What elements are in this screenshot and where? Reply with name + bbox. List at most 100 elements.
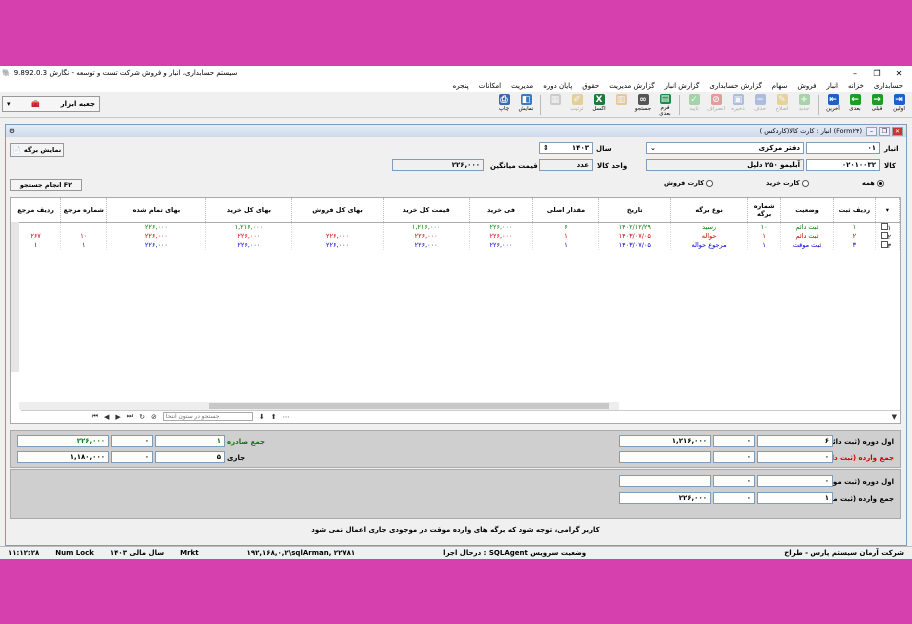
radio-all[interactable]: همه bbox=[862, 179, 884, 187]
menu-item[interactable]: گزارش مدیریت bbox=[604, 82, 659, 90]
menu-item[interactable]: انبار bbox=[821, 82, 843, 90]
menu-item[interactable]: خزانه bbox=[843, 82, 869, 90]
menu-item[interactable]: فروش bbox=[792, 82, 821, 90]
toolbar-button-label: اصلاح bbox=[775, 106, 789, 112]
column-header[interactable]: ردیف مرجع bbox=[11, 198, 62, 223]
pen-button[interactable]: ✐ ترتیب bbox=[566, 93, 588, 117]
table-row[interactable]: ۱ ۱ ثبت دائم ۱۰ رسید ۱۴۰۲/۱۲/۲۹ ۶ ۲۲۶,۰۰۰ ۱,۲۱۶,… bbox=[11, 222, 900, 232]
excel-button[interactable]: X اکسل bbox=[588, 93, 610, 117]
column-header[interactable]: شماره برگه bbox=[747, 198, 782, 223]
title-bar: 🐘 سیستم حسابداری، انبار و فروش شرکت تست … bbox=[0, 66, 912, 80]
settings-icon[interactable]: ▼ bbox=[892, 413, 897, 421]
arrow-up-icon[interactable]: ⬆ bbox=[271, 413, 277, 421]
cell-total-buy-price: ۲۲۶,۰۰۰ bbox=[383, 231, 470, 241]
cancel-button[interactable]: ⊘ انصراف bbox=[705, 93, 727, 117]
radio-buy-label: کارت خرید bbox=[766, 179, 800, 187]
menu-item[interactable]: امکانات bbox=[474, 82, 506, 90]
column-header[interactable]: نوع برگه bbox=[670, 198, 749, 223]
column-header[interactable]: بهای کل فروش bbox=[291, 198, 384, 223]
status-bar: ۱۱:۱۲:۲۸ Num Lock سال مالی ۱۴۰۳ Mrkt ۱۹۲… bbox=[0, 546, 912, 559]
grid-search-input[interactable] bbox=[162, 412, 253, 421]
row-checkbox[interactable] bbox=[880, 222, 888, 230]
print-button[interactable]: ⎙ چاپ bbox=[493, 93, 515, 117]
menu-item[interactable]: حقوق bbox=[577, 82, 604, 90]
status-service: درحال اجرا : SQLAgent وضعیت سرویس bbox=[443, 549, 587, 557]
options-icon[interactable]: ⋯ bbox=[283, 413, 290, 421]
radio-buy-card[interactable]: کارت خرید bbox=[766, 179, 809, 187]
menu-item[interactable]: حسابداری bbox=[869, 82, 908, 90]
last-button[interactable]: ⇤ آخرین bbox=[822, 93, 844, 117]
current-qty: ۵ bbox=[155, 451, 225, 463]
filter-icon[interactable]: ⊘ bbox=[151, 413, 157, 421]
close-button[interactable]: ✕ bbox=[888, 69, 910, 78]
toolbox-dropdown[interactable]: ▾ 🧰 جعبه ابزار bbox=[2, 96, 100, 112]
row-checkbox-cell[interactable]: ۲ bbox=[875, 231, 900, 241]
nav-prev-icon[interactable]: ◀ bbox=[104, 413, 109, 421]
column-header[interactable]: وضعیت bbox=[780, 198, 834, 223]
toolbar-button-label: انصراف bbox=[706, 106, 726, 112]
tool-button[interactable]: ▦ bbox=[544, 93, 566, 117]
year-field[interactable]: ⇕ ۱۴۰۳ bbox=[539, 142, 593, 154]
warehouse-code-field[interactable]: ۰۱ bbox=[806, 142, 880, 154]
cell-status: ثبت دائم bbox=[780, 222, 834, 232]
show-document-button[interactable]: 📄 نمایش برگه bbox=[10, 143, 64, 157]
cell-unit-price: ۲۲۶,۰۰۰ bbox=[469, 240, 534, 250]
vertical-scrollbar[interactable] bbox=[11, 212, 19, 372]
column-header[interactable]: بهای کل خرید bbox=[205, 198, 293, 223]
column-header[interactable]: فی خرید bbox=[469, 198, 534, 223]
maximize-button[interactable]: ❐ bbox=[866, 69, 888, 78]
spinner-icon[interactable]: ⇕ bbox=[543, 144, 549, 152]
scroll-thumb[interactable] bbox=[209, 403, 609, 409]
table-row[interactable]: ۳ ۳ ثبت موقت ۱ مرجوع حواله ۱۴۰۳/۰۷/۰۵ ۱ ۲۲۶,۰۰۰… bbox=[11, 240, 900, 250]
out-label: جمع صادره bbox=[227, 438, 266, 446]
row-checkbox-cell[interactable]: ۱ bbox=[875, 222, 900, 232]
warehouse-name-field[interactable]: دفتر مرکزی ⌄ bbox=[646, 142, 804, 154]
inner-restore-button[interactable]: ❐ bbox=[879, 126, 890, 136]
grid-icon: ▦ bbox=[549, 94, 561, 105]
form-button[interactable]: ▤ فرم بعدی bbox=[654, 93, 676, 117]
first-button[interactable]: ⇥ اولین bbox=[888, 93, 910, 117]
warehouse-label: انبار bbox=[884, 145, 899, 153]
nav-first-icon[interactable]: ⏮ bbox=[92, 412, 98, 421]
menu-item[interactable]: گزارش انبار bbox=[660, 82, 705, 90]
inner-minimize-button[interactable]: – bbox=[866, 126, 877, 136]
nav-next-icon[interactable]: ▶ bbox=[115, 413, 120, 421]
menu-item[interactable]: سهام bbox=[767, 82, 793, 90]
row-checkbox-cell[interactable]: ۳ bbox=[875, 240, 900, 250]
delete-button[interactable]: − حذف bbox=[749, 93, 771, 117]
row-checkbox[interactable] bbox=[880, 231, 888, 239]
inner-close-button[interactable]: ✕ bbox=[892, 126, 903, 136]
check-button[interactable]: ✓ تایید bbox=[683, 93, 705, 117]
refresh-icon[interactable]: ↻ bbox=[139, 413, 145, 421]
column-header[interactable]: بهای تمام شده bbox=[106, 198, 207, 223]
edit-button[interactable]: ✎ اصلاح bbox=[771, 93, 793, 117]
column-header[interactable]: مقدار اصلی bbox=[532, 198, 600, 223]
preview-button[interactable]: ◧ نمایش bbox=[515, 93, 537, 117]
menu-item[interactable]: گزارش حسابداری bbox=[704, 82, 766, 90]
table-row[interactable]: ۲ ۲ ثبت دائم ۱ حواله ۱۴۰۳/۰۷/۰۵ ۱ ۲۲۶,۰۰۰ ۲۲۶,۰۰… bbox=[11, 231, 900, 241]
minimize-button[interactable]: – bbox=[844, 69, 866, 78]
menu-item[interactable]: پنجره bbox=[448, 82, 474, 90]
add-button[interactable]: + جدید bbox=[793, 93, 815, 117]
cell-cost: ۲۲۶,۰۰۰ bbox=[106, 231, 207, 241]
column-header[interactable]: ردیف ثبت bbox=[833, 198, 876, 223]
menu-item[interactable]: مدیریت bbox=[506, 82, 538, 90]
prev-button[interactable]: → قبلی bbox=[866, 93, 888, 117]
row-checkbox[interactable] bbox=[880, 240, 888, 248]
item-code-field[interactable]: ۰۲۰۱۰۰۳۲ bbox=[806, 159, 880, 171]
tool-button[interactable]: ▥ bbox=[610, 93, 632, 117]
search-button[interactable]: انجام جستجو F۲ bbox=[10, 179, 82, 191]
select-column-header[interactable]: ▾ bbox=[875, 198, 900, 223]
save-button[interactable]: ▣ ذخیره bbox=[727, 93, 749, 117]
binoculars-button[interactable]: ∞ جستجو bbox=[632, 93, 654, 117]
toolbar-button-label: جدید bbox=[798, 106, 810, 112]
horizontal-scrollbar[interactable] bbox=[19, 402, 619, 410]
column-header[interactable]: تاریخ bbox=[598, 198, 672, 223]
menu-item[interactable]: پایان دوره bbox=[538, 82, 577, 90]
nav-last-icon[interactable]: ⏭ bbox=[127, 412, 133, 421]
column-header[interactable]: قیمت کل خرید bbox=[383, 198, 470, 223]
radio-sell-card[interactable]: کارت فروش bbox=[664, 179, 714, 187]
next-button[interactable]: ← بعدی bbox=[844, 93, 866, 117]
column-header[interactable]: شماره مرجع bbox=[60, 198, 108, 223]
arrow-down-icon[interactable]: ⬇ bbox=[259, 413, 265, 421]
